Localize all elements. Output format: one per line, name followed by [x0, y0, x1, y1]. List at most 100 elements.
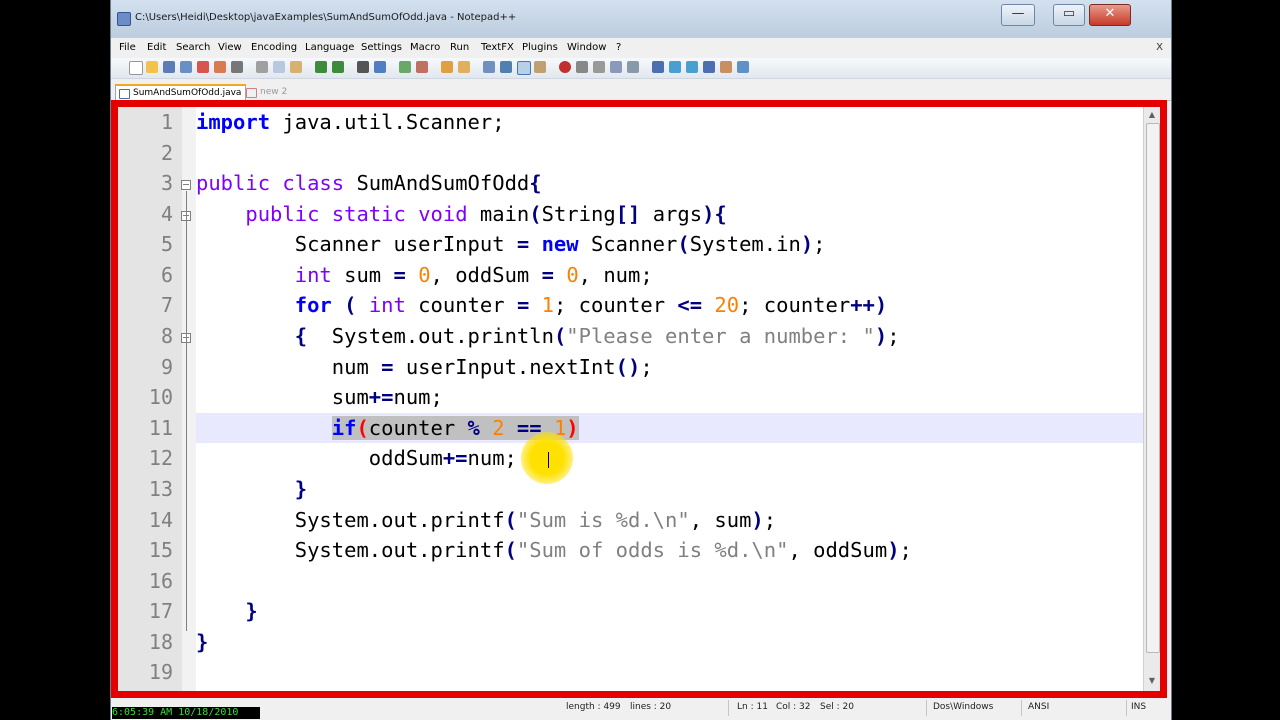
copy-icon[interactable] — [273, 61, 285, 73]
status-selection: Sel : 20 — [820, 702, 854, 712]
line-number: 1 — [160, 110, 173, 134]
play-multiple-icon[interactable] — [610, 61, 622, 73]
new-file-icon[interactable] — [129, 61, 143, 75]
scroll-down-icon[interactable]: ▼ — [1147, 675, 1157, 687]
code-line: public static void main(String[] args){ — [245, 202, 727, 226]
fold-collapse-icon[interactable] — [181, 180, 191, 190]
menu-window[interactable]: Window — [567, 42, 606, 53]
line-number: 11 — [148, 416, 173, 440]
status-separator — [926, 700, 927, 716]
tab-label: new 2 — [260, 87, 288, 97]
mouse-highlight — [521, 432, 573, 484]
cut-icon[interactable] — [256, 61, 268, 73]
sync-scroll-h-icon[interactable] — [458, 61, 470, 73]
status-bar: length : 499 lines : 20 Ln : 11 Col : 32… — [111, 698, 1171, 720]
fold-margin — [181, 107, 196, 691]
notepad-app-icon — [117, 12, 131, 26]
code-line: } — [196, 630, 209, 654]
line-number: 18 — [148, 630, 173, 654]
zoom-out-icon[interactable] — [416, 61, 428, 73]
code-line: for ( int counter = 1; counter <= 20; co… — [294, 293, 888, 317]
zoom-in-icon[interactable] — [399, 61, 411, 73]
save-icon[interactable] — [163, 61, 175, 73]
menu-macro[interactable]: Macro — [410, 42, 440, 53]
status-column: Col : 32 — [776, 702, 811, 712]
ibeam-cursor-icon — [548, 452, 552, 468]
user-lang-icon[interactable] — [534, 61, 546, 73]
title-bar[interactable]: C:\Users\Heidi\Desktop\javaExamples\SumA… — [111, 0, 1171, 38]
menu-encoding[interactable]: Encoding — [251, 42, 297, 53]
saved-file-icon — [119, 89, 130, 99]
status-separator — [1021, 700, 1022, 716]
scrollbar-thumb[interactable] — [1146, 123, 1160, 653]
status-line-number: Ln : 11 — [737, 702, 768, 712]
window-title: C:\Users\Heidi\Desktop\javaExamples\SumA… — [135, 12, 517, 23]
status-separator — [1126, 700, 1127, 716]
paste-icon[interactable] — [290, 61, 302, 73]
minimize-button[interactable]: — — [1001, 4, 1035, 26]
code-line: } — [245, 599, 258, 623]
scroll-up-icon[interactable]: ▲ — [1147, 109, 1157, 121]
tab-label: SumAndSumOfOdd.java — [133, 88, 242, 98]
line-number: 10 — [148, 385, 173, 409]
menu-help[interactable]: ? — [616, 42, 621, 53]
menu-search[interactable]: Search — [176, 42, 210, 53]
open-file-icon[interactable] — [146, 61, 158, 73]
word-wrap-icon[interactable] — [483, 61, 495, 73]
menu-file[interactable]: File — [119, 42, 136, 53]
save-macro-icon[interactable] — [627, 61, 639, 73]
tab-sumandsumofodd[interactable]: SumAndSumOfOdd.java — [115, 84, 247, 100]
code-line: num = userInput.nextInt(); — [196, 355, 653, 379]
close-button[interactable]: ✕ — [1089, 4, 1131, 26]
menu-run[interactable]: Run — [450, 42, 469, 53]
close-icon[interactable] — [197, 61, 209, 73]
line-number: 14 — [148, 508, 173, 532]
code-editor[interactable]: import java.util.Scanner; public class S… — [196, 107, 1152, 691]
maximize-button[interactable]: ▭ — [1053, 4, 1085, 26]
fold-all-icon[interactable] — [652, 61, 664, 73]
replace-icon[interactable] — [374, 61, 386, 73]
code-line: Scanner userInput = new Scanner(System.i… — [196, 232, 826, 256]
redo-icon[interactable] — [332, 61, 344, 73]
tab-new-2[interactable]: new 2 — [243, 85, 291, 99]
line-number: 3 — [160, 171, 173, 195]
show-all-chars-icon[interactable] — [500, 61, 512, 73]
indent-guide-icon[interactable] — [517, 61, 531, 75]
unfold-all-icon[interactable] — [703, 61, 715, 73]
line-number: 5 — [160, 232, 173, 256]
menu-language[interactable]: Language — [305, 42, 354, 53]
menu-edit[interactable]: Edit — [147, 42, 166, 53]
close-document-icon[interactable]: X — [1156, 42, 1163, 53]
menu-view[interactable]: View — [218, 42, 242, 53]
code-line: public class SumAndSumOfOdd{ — [196, 171, 542, 195]
status-encoding: ANSI — [1028, 702, 1050, 712]
status-insert-mode: INS — [1131, 702, 1147, 712]
record-macro-icon[interactable] — [559, 61, 571, 73]
code-line: } — [294, 477, 308, 501]
tab-bar: SumAndSumOfOdd.java new 2 — [111, 84, 1171, 101]
menu-settings[interactable]: Settings — [361, 42, 402, 53]
arrow-down-icon[interactable] — [686, 61, 698, 73]
code-line: { System.out.println("Please enter a num… — [294, 324, 900, 348]
play-macro-icon[interactable] — [593, 61, 605, 73]
line-number: 16 — [148, 569, 173, 593]
save-all-icon[interactable] — [180, 61, 192, 73]
line-number: 9 — [160, 355, 173, 379]
arrow-up-icon[interactable] — [669, 61, 681, 73]
menu-plugins[interactable]: Plugins — [522, 42, 558, 53]
close-all-icon[interactable] — [214, 61, 226, 73]
plugin-icon[interactable] — [720, 61, 732, 73]
undo-icon[interactable] — [315, 61, 327, 73]
stop-macro-icon[interactable] — [576, 61, 588, 73]
sync-scroll-v-icon[interactable] — [441, 61, 453, 73]
vertical-scrollbar[interactable]: ▲ ▼ — [1143, 107, 1160, 691]
find-icon[interactable] — [357, 61, 369, 73]
unsaved-file-icon — [246, 88, 257, 98]
line-number: 19 — [148, 660, 173, 684]
print-icon[interactable] — [231, 61, 243, 73]
menu-textfx[interactable]: TextFX — [481, 42, 514, 53]
code-line-current: if(counter % 2 == 1) — [196, 413, 1152, 443]
spell-check-icon[interactable] — [737, 61, 749, 73]
